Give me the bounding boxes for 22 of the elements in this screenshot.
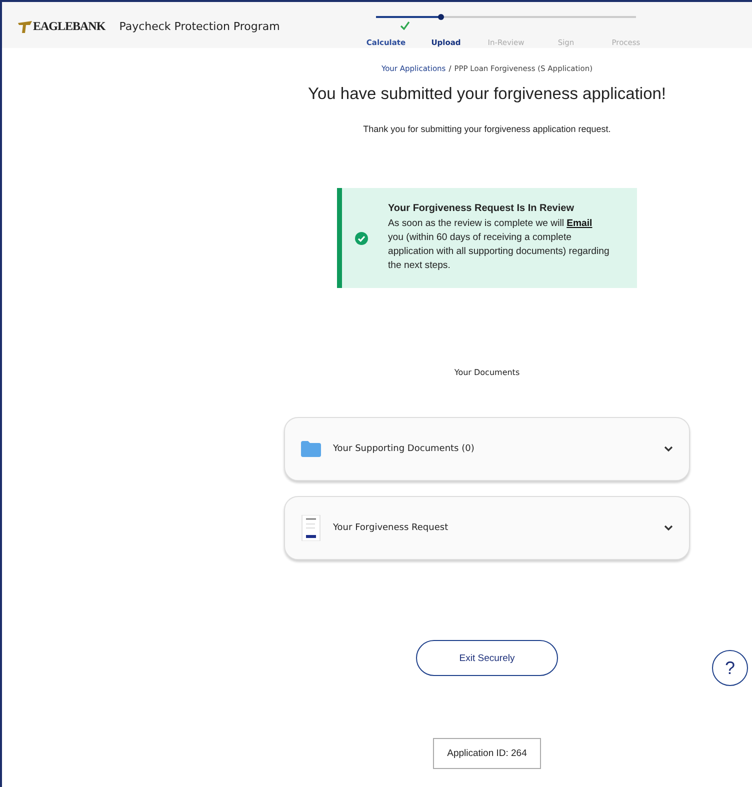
- documents-title: Your Documents: [454, 368, 520, 377]
- exit-button[interactable]: Exit Securely: [416, 640, 558, 676]
- document-accordion[interactable]: Your Forgiveness Request: [284, 496, 690, 560]
- document-icon: [301, 515, 321, 541]
- check-icon: [400, 21, 410, 30]
- accordion-title: Your Supporting Documents (0): [333, 444, 476, 454]
- document-accordion[interactable]: Your Supporting Documents (0): [284, 417, 690, 481]
- alert-message: As soon as the review is complete we will Email you (within 60 days of receiving a complete application with all supporting documents) regarding the next steps.: [388, 217, 610, 273]
- folder-icon: [301, 441, 321, 457]
- page-heading: You have submitted your forgiveness application!: [308, 85, 666, 104]
- application-id: Application ID: 264: [433, 738, 541, 769]
- bank-logo: EAGLEBANK: [33, 19, 106, 34]
- eagle-logo-icon: [18, 20, 32, 32]
- help-button[interactable]: ?: [712, 650, 748, 686]
- program-title: Paycheck Protection Program: [119, 20, 280, 33]
- check-circle-icon: [355, 232, 368, 244]
- chevron-icon: [664, 525, 673, 531]
- email-link[interactable]: Email: [566, 218, 592, 230]
- chevron-icon: [664, 446, 673, 452]
- alert-title: Your Forgiveness Request Is In Review: [388, 203, 575, 214]
- subheading: Thank you for submitting your forgiveness application request.: [363, 124, 611, 134]
- accordion-title: Your Forgiveness Request: [333, 523, 450, 533]
